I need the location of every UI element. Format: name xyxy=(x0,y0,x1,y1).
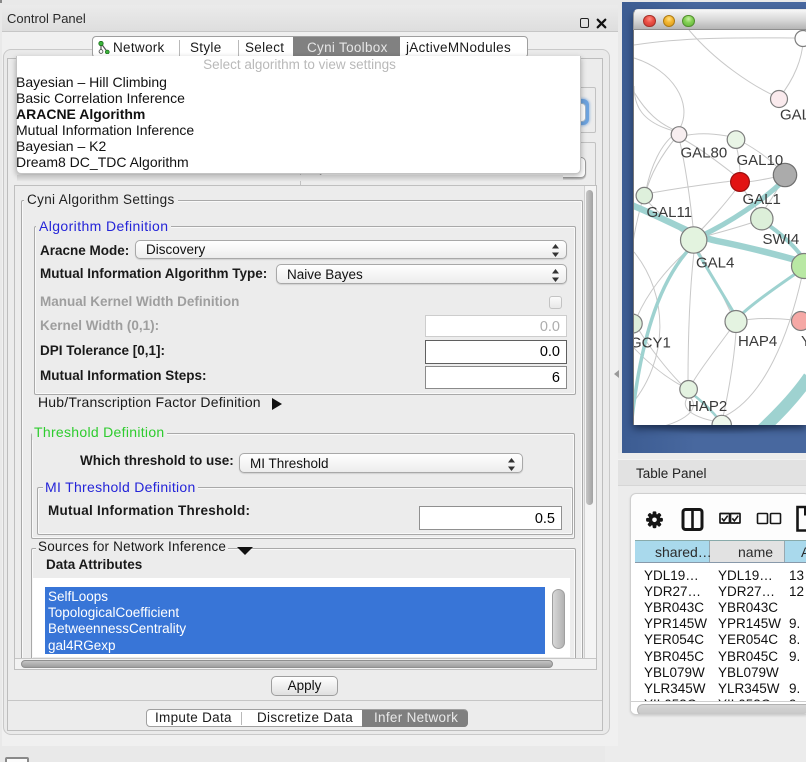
svg-text:GAL11: GAL11 xyxy=(647,204,693,221)
svg-text:GAL4: GAL4 xyxy=(696,255,734,272)
svg-text:GAL10: GAL10 xyxy=(737,152,784,169)
svg-text:GCY1: GCY1 xyxy=(634,335,671,352)
svg-text:Y: Y xyxy=(801,333,806,350)
svg-text:GAL2: GAL2 xyxy=(780,107,806,124)
svg-text:SWI4: SWI4 xyxy=(763,231,800,248)
svg-text:HAP4: HAP4 xyxy=(738,333,777,350)
svg-text:GAL1: GAL1 xyxy=(743,191,781,208)
svg-text:GAL80: GAL80 xyxy=(681,145,728,162)
svg-text:HAP2: HAP2 xyxy=(688,398,727,415)
